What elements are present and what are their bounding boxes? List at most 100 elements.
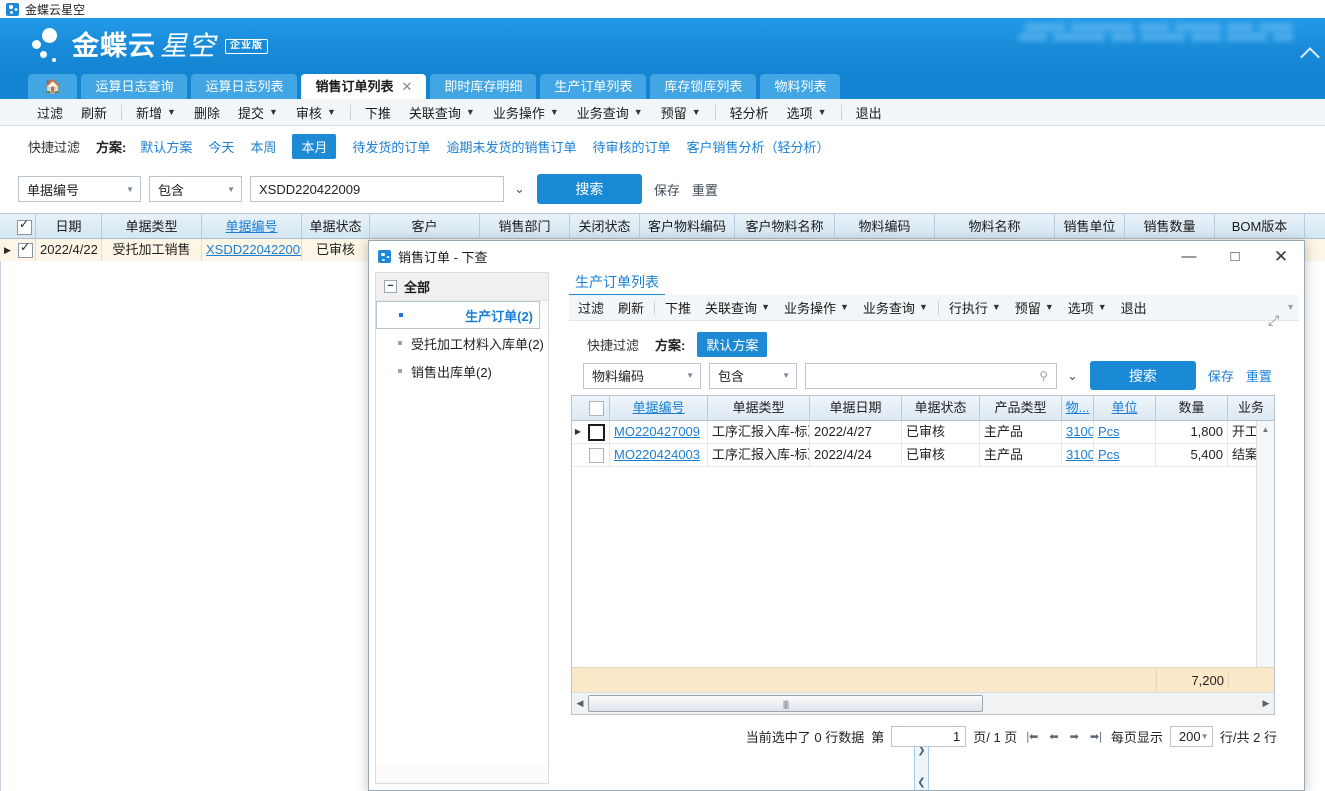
col-header-bill-type[interactable]: 单据类型 — [102, 213, 202, 239]
tab-yunsuan-rizhi-liebiao[interactable]: 运算日志列表 — [191, 74, 298, 99]
col-header-sales-unit[interactable]: 销售单位 — [1055, 213, 1125, 239]
menu-reserve[interactable]: 预留 ▼ — [652, 103, 710, 122]
filter-link-pending-shipment[interactable]: 待发货的订单 — [352, 137, 430, 156]
tree-item-production-order[interactable]: 生产订单(2) — [376, 301, 540, 329]
tree-item-sales-outbound[interactable]: 销售出库单(2) — [376, 357, 548, 385]
row-select-cell[interactable] — [14, 239, 36, 261]
menu-light-analysis[interactable]: 轻分析 — [721, 103, 778, 122]
menu-refresh[interactable]: 刷新 — [72, 103, 116, 122]
chevron-double-down-icon[interactable]: ⌄ — [1067, 368, 1078, 384]
cell-material[interactable]: 3100 — [1062, 444, 1094, 466]
scroll-left-icon[interactable]: ◀ — [572, 698, 588, 709]
row-checkbox[interactable] — [18, 241, 33, 259]
col-header-material-code[interactable]: 物料编码 — [835, 213, 935, 239]
search-icon[interactable]: ⚲ — [1039, 369, 1048, 383]
col-header-business[interactable]: 业务 — [1228, 396, 1274, 420]
dlg-menu-options[interactable]: 选项 ▼ — [1061, 298, 1114, 317]
first-page-icon[interactable]: |⬅ — [1024, 730, 1040, 743]
select-all-header[interactable] — [584, 396, 610, 420]
search-field-select[interactable]: 单据编号 ▼ — [18, 176, 141, 202]
menu-exit[interactable]: 退出 — [847, 103, 891, 122]
row-select-cell[interactable] — [584, 421, 610, 443]
col-header-bill-type[interactable]: 单据类型 — [708, 396, 810, 420]
col-header-bill-status[interactable]: 单据状态 — [302, 213, 370, 239]
col-header-unit[interactable]: 单位 — [1094, 396, 1156, 420]
table-row[interactable]: ▶ MO220427009 工序汇报入库-标准 2022/4/27 已审核 主产… — [572, 421, 1274, 444]
dlg-menu-reserve[interactable]: 预留 ▼ — [1008, 298, 1061, 317]
tab-sales-order-list[interactable]: 销售订单列表 ✕ — [301, 74, 427, 99]
row-select-cell[interactable] — [584, 444, 610, 466]
tab-material-list[interactable]: 物料列表 — [760, 74, 841, 99]
row-checkbox[interactable] — [589, 448, 604, 464]
filter-link-pending-audit[interactable]: 待审核的订单 — [592, 137, 670, 156]
tab-production-order-list[interactable]: 生产订单列表 — [540, 74, 647, 99]
menu-business-operation[interactable]: 业务操作 ▼ — [484, 103, 568, 122]
col-header-bill-no[interactable]: 单据编号 — [610, 396, 708, 420]
col-header-date[interactable]: 日期 — [36, 213, 102, 239]
dlg-menu-filter[interactable]: 过滤 — [571, 298, 611, 317]
col-header-material-name[interactable]: 物料名称 — [935, 213, 1055, 239]
select-all-header[interactable] — [14, 213, 36, 239]
col-header-bom-version[interactable]: BOM版本 — [1215, 213, 1305, 239]
dlg-menu-related-query[interactable]: 关联查询 ▼ — [698, 298, 777, 317]
filter-link-default-scheme[interactable]: 默认方案 — [140, 137, 192, 156]
col-header-product-type[interactable]: 产品类型 — [980, 396, 1062, 420]
cell-bill-no[interactable]: XSDD220422009 — [202, 239, 302, 261]
per-page-select[interactable]: 200 ▼ — [1169, 725, 1213, 747]
tab-inventory-lock-list[interactable]: 库存锁库列表 — [650, 74, 757, 99]
filter-link-this-week[interactable]: 本周 — [250, 137, 276, 156]
search-button[interactable]: 搜索 — [536, 174, 642, 204]
chevron-double-down-icon[interactable]: ⌄ — [514, 181, 525, 197]
dlg-menu-business-operation[interactable]: 业务操作 ▼ — [777, 298, 856, 317]
dlg-menu-exit[interactable]: 退出 — [1114, 298, 1154, 317]
tree-collapse-icon[interactable]: − — [384, 280, 397, 293]
menu-related-query[interactable]: 关联查询 ▼ — [400, 103, 484, 122]
menu-audit[interactable]: 审核 ▼ — [287, 103, 345, 122]
dlg-search-field-select[interactable]: 物料编码 ▼ — [583, 362, 701, 389]
dlg-search-operator-select[interactable]: 包含 ▼ — [709, 362, 797, 389]
menu-options[interactable]: 选项 ▼ — [778, 103, 836, 122]
cell-bill-no[interactable]: MO220424003 — [610, 444, 708, 466]
scroll-right-icon[interactable]: ▶ — [1258, 698, 1274, 709]
expand-dialog-icon[interactable]: ⤢ — [1268, 312, 1283, 328]
hscroll-thumb[interactable]: |||| — [588, 695, 983, 712]
cell-bill-no[interactable]: MO220427009 — [610, 421, 708, 443]
close-button[interactable]: ✕ — [1258, 241, 1304, 272]
menu-delete[interactable]: 删除 — [185, 103, 229, 122]
col-header-sales-dept[interactable]: 销售部门 — [480, 213, 570, 239]
page-number-input[interactable]: 1 — [891, 725, 967, 747]
dialog-title-bar[interactable]: 销售订单 - 下查 — □ ✕ — [369, 241, 1304, 272]
tab-production-order-list-inner[interactable]: 生产订单列表 — [569, 272, 665, 297]
menu-overflow-icon[interactable]: ▼ — [1286, 302, 1295, 312]
save-filter-link[interactable]: 保存 — [654, 180, 680, 199]
grid-vertical-scrollbar[interactable]: ▲ ▼ — [1256, 421, 1274, 692]
col-header-quantity[interactable]: 数量 — [1156, 396, 1228, 420]
grid-horizontal-scrollbar[interactable]: ◀ |||| ▶ — [572, 692, 1274, 714]
reset-filter-link[interactable]: 重置 — [692, 180, 718, 199]
tree-root-all[interactable]: − 全部 — [376, 273, 548, 301]
filter-link-today[interactable]: 今天 — [208, 137, 234, 156]
col-header-material[interactable]: 物... — [1062, 396, 1094, 420]
tab-instant-inventory-detail[interactable]: 即时库存明细 — [430, 74, 537, 99]
dlg-menu-row-execute[interactable]: 行执行 ▼ — [942, 298, 1008, 317]
col-header-close-status[interactable]: 关闭状态 — [570, 213, 640, 239]
prev-page-icon[interactable]: ⬅ — [1047, 730, 1060, 743]
cell-unit[interactable]: Pcs — [1094, 421, 1156, 443]
tree-item-entrusted-material-inbound[interactable]: 受托加工材料入库单(2) — [376, 329, 548, 357]
dlg-menu-push-down[interactable]: 下推 — [658, 298, 698, 317]
maximize-button[interactable]: □ — [1212, 241, 1258, 272]
select-all-checkbox[interactable] — [17, 218, 32, 235]
col-header-sales-qty[interactable]: 销售数量 — [1125, 213, 1215, 239]
cell-unit[interactable]: Pcs — [1094, 444, 1156, 466]
col-header-cust-mat-name[interactable]: 客户物料名称 — [735, 213, 835, 239]
col-header-customer[interactable]: 客户 — [370, 213, 480, 239]
col-header-bill-no[interactable]: 单据编号 — [202, 213, 302, 239]
menu-submit[interactable]: 提交 ▼ — [229, 103, 287, 122]
dlg-search-button[interactable]: 搜索 — [1089, 361, 1196, 390]
select-all-checkbox[interactable] — [589, 401, 604, 417]
menu-filter[interactable]: 过滤 — [28, 103, 72, 122]
filter-link-overdue-unshipped[interactable]: 逾期未发货的销售订单 — [446, 137, 576, 156]
menu-add[interactable]: 新增 ▼ — [127, 103, 185, 122]
filter-link-customer-sales-analysis[interactable]: 客户销售分析（轻分析） — [686, 137, 829, 156]
col-header-bill-status[interactable]: 单据状态 — [902, 396, 980, 420]
